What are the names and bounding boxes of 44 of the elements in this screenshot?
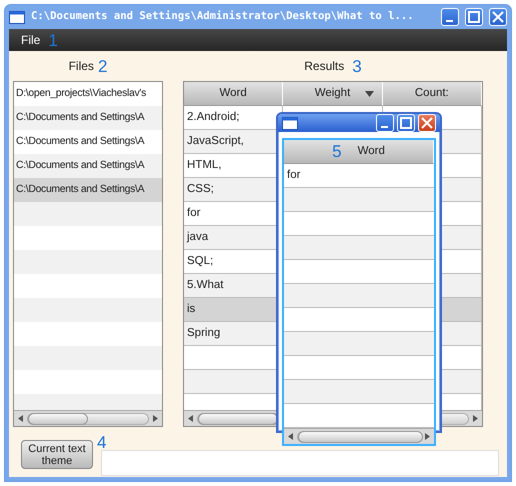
horizontal-scrollbar[interactable] — [284, 428, 434, 444]
window-icon — [282, 116, 298, 130]
annotation-marker: 2 — [98, 58, 108, 74]
scroll-left-icon[interactable] — [188, 415, 193, 422]
close-button[interactable] — [489, 8, 507, 26]
results-label: Results — [304, 58, 344, 75]
file-path-item[interactable]: D:\open_projects\Viacheslav's — [14, 82, 162, 106]
minimize-icon — [446, 20, 452, 22]
scroll-left-icon[interactable] — [288, 433, 293, 440]
column-header[interactable]: Count: — [382, 82, 482, 106]
maximize-icon — [400, 117, 412, 129]
horizontal-scrollbar[interactable] — [14, 410, 162, 426]
maximize-icon — [468, 11, 480, 23]
column-header[interactable]: Weight — [283, 82, 383, 106]
annotation-marker: 4 — [97, 434, 106, 448]
annotation-marker: 1 — [48, 32, 58, 48]
minimize-button[interactable] — [441, 8, 459, 26]
scroll-right-icon[interactable] — [473, 415, 478, 422]
file-path-item[interactable]: C:\Documents and Settings\A — [14, 178, 162, 202]
close-button[interactable] — [418, 114, 436, 132]
file-path-item[interactable]: C:\Documents and Settings\A — [14, 154, 162, 178]
sort-arrow-icon — [364, 91, 374, 97]
minimize-icon — [380, 126, 388, 128]
minimize-button[interactable] — [376, 114, 394, 132]
file-path-item[interactable]: C:\Documents and Settings\A — [14, 106, 162, 130]
close-icon — [421, 117, 433, 129]
scroll-right-icon[interactable] — [425, 433, 430, 440]
annotation-marker: 3 — [352, 58, 362, 74]
files-label: Files — [68, 58, 94, 75]
window-title: C:\Documents and Settings\Administrator\Desktop\What to l... — [31, 9, 415, 24]
close-icon — [492, 11, 504, 23]
file-path-item[interactable]: C:\Documents and Settings\A — [14, 130, 162, 154]
menu-item[interactable]: File — [21, 31, 40, 49]
scroll-left-icon[interactable] — [18, 415, 23, 422]
window-icon — [9, 10, 25, 24]
table-cell-text: for — [286, 168, 302, 183]
maximize-button[interactable] — [465, 8, 483, 26]
maximize-button[interactable] — [397, 114, 415, 132]
current-text-theme-button[interactable]: Current text theme — [21, 440, 93, 469]
column-header[interactable]: 5 Word — [284, 140, 434, 164]
annotation-marker: 5 — [332, 143, 342, 160]
scroll-right-icon[interactable] — [153, 415, 158, 422]
text-field[interactable] — [101, 450, 499, 476]
column-header[interactable]: Word — [184, 82, 284, 106]
